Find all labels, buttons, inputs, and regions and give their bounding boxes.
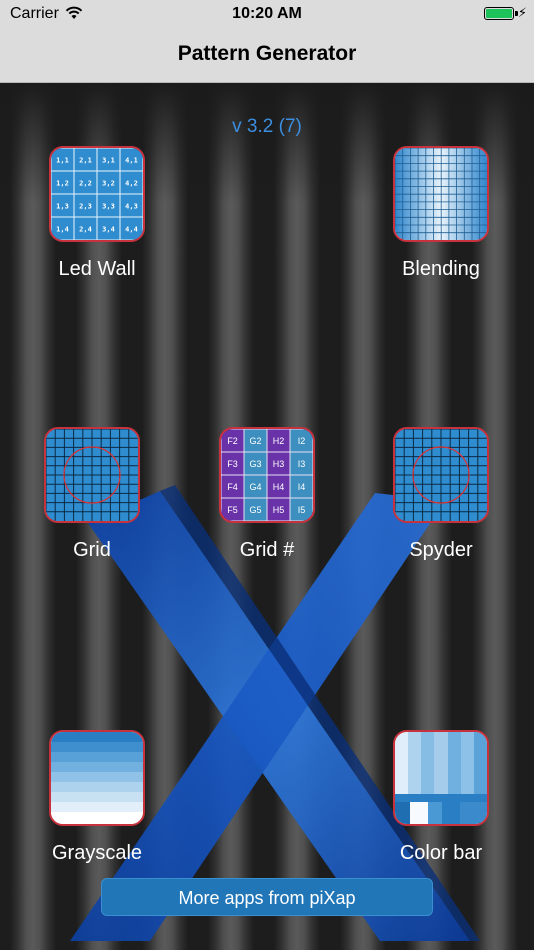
app-label: Grayscale — [51, 842, 143, 864]
navigation-bar: Pattern Generator — [0, 28, 534, 83]
color-bar-icon — [393, 730, 489, 826]
grid-number-tile-label: H3 — [273, 459, 285, 469]
charging-icon: ⚡ — [517, 5, 527, 20]
battery-icon — [484, 7, 514, 20]
grid-number-tile-label: I3 — [298, 459, 306, 469]
grid-number-tile-label: F5 — [227, 505, 238, 515]
grid-icon — [44, 427, 140, 523]
grid-number-tile-label: I2 — [298, 436, 306, 446]
led-wall-tile-label: 1,2 — [56, 180, 69, 188]
spyder-icon — [393, 427, 489, 523]
app-label: Led Wall — [58, 258, 136, 280]
led-wall-tile-label: 4,4 — [125, 226, 138, 234]
blending-icon — [393, 146, 489, 242]
grid-number-tile-label: G4 — [249, 482, 261, 492]
app-label: Grid # — [239, 539, 295, 561]
grid-number-tile-label: F4 — [227, 482, 238, 492]
led-wall-tile-label: 1,1 — [56, 157, 69, 165]
page-title: Pattern Generator — [177, 42, 357, 65]
clock: 10:20 AM — [232, 5, 302, 22]
main-area: v 3.2 (7) 1,1 2,1 3,1 4,1 1,2 2,2 3,2 4,2 1,3 2,3… — [0, 83, 534, 950]
more-apps-button[interactable]: More apps from piXap — [101, 878, 433, 916]
app-label: Spyder — [409, 539, 473, 561]
grid-number-tile-label: F3 — [227, 459, 238, 469]
app-label: Color bar — [399, 842, 483, 864]
led-wall-tile-label: 4,3 — [125, 203, 138, 211]
version-label: v 3.2 (7) — [232, 116, 302, 137]
led-wall-icon: 1,1 2,1 3,1 4,1 1,2 2,2 3,2 4,2 1,3 2,3 3,3 4,3 1,4 2… — [49, 146, 145, 242]
grid-number-tile-label: H4 — [273, 482, 285, 492]
app-label: Blending — [402, 258, 480, 280]
grid-number-tile-label: I4 — [298, 482, 306, 492]
led-wall-tile-label: 2,1 — [79, 157, 92, 165]
grid-number-tile-label: H5 — [273, 505, 285, 515]
led-wall-tile-label: 2,2 — [79, 180, 92, 188]
led-wall-tile-label: 3,1 — [102, 157, 115, 165]
led-wall-tile-label: 2,3 — [79, 203, 92, 211]
grid-number-tile-label: G2 — [249, 436, 261, 446]
grid-number-tile-label: G3 — [249, 459, 261, 469]
led-wall-tile-label: 4,2 — [125, 180, 138, 188]
led-wall-tile-label: 2,4 — [79, 226, 92, 234]
grid-number-tile-label: H2 — [273, 436, 285, 446]
led-wall-tile-label: 3,3 — [102, 203, 115, 211]
led-wall-tile-label: 3,4 — [102, 226, 115, 234]
led-wall-tile-label: 1,3 — [56, 203, 69, 211]
grid-number-tile-label: I5 — [298, 505, 306, 515]
grid-number-tile-label: G5 — [249, 505, 261, 515]
led-wall-tile-label: 4,1 — [125, 157, 138, 165]
grayscale-icon — [49, 730, 145, 826]
grid-number-tile-label: F2 — [227, 436, 238, 446]
led-wall-tile-label: 1,4 — [56, 226, 69, 234]
app-label: Grid — [73, 539, 111, 561]
grid-number-icon: F2 G2 H2 I2 F3 G3 H3 I3 F4 G4 H4 I4 F5 G5 H5 I5 — [219, 427, 315, 523]
status-bar: Carrier 10:20 AM ⚡ — [0, 0, 534, 28]
led-wall-tile-label: 3,2 — [102, 180, 115, 188]
